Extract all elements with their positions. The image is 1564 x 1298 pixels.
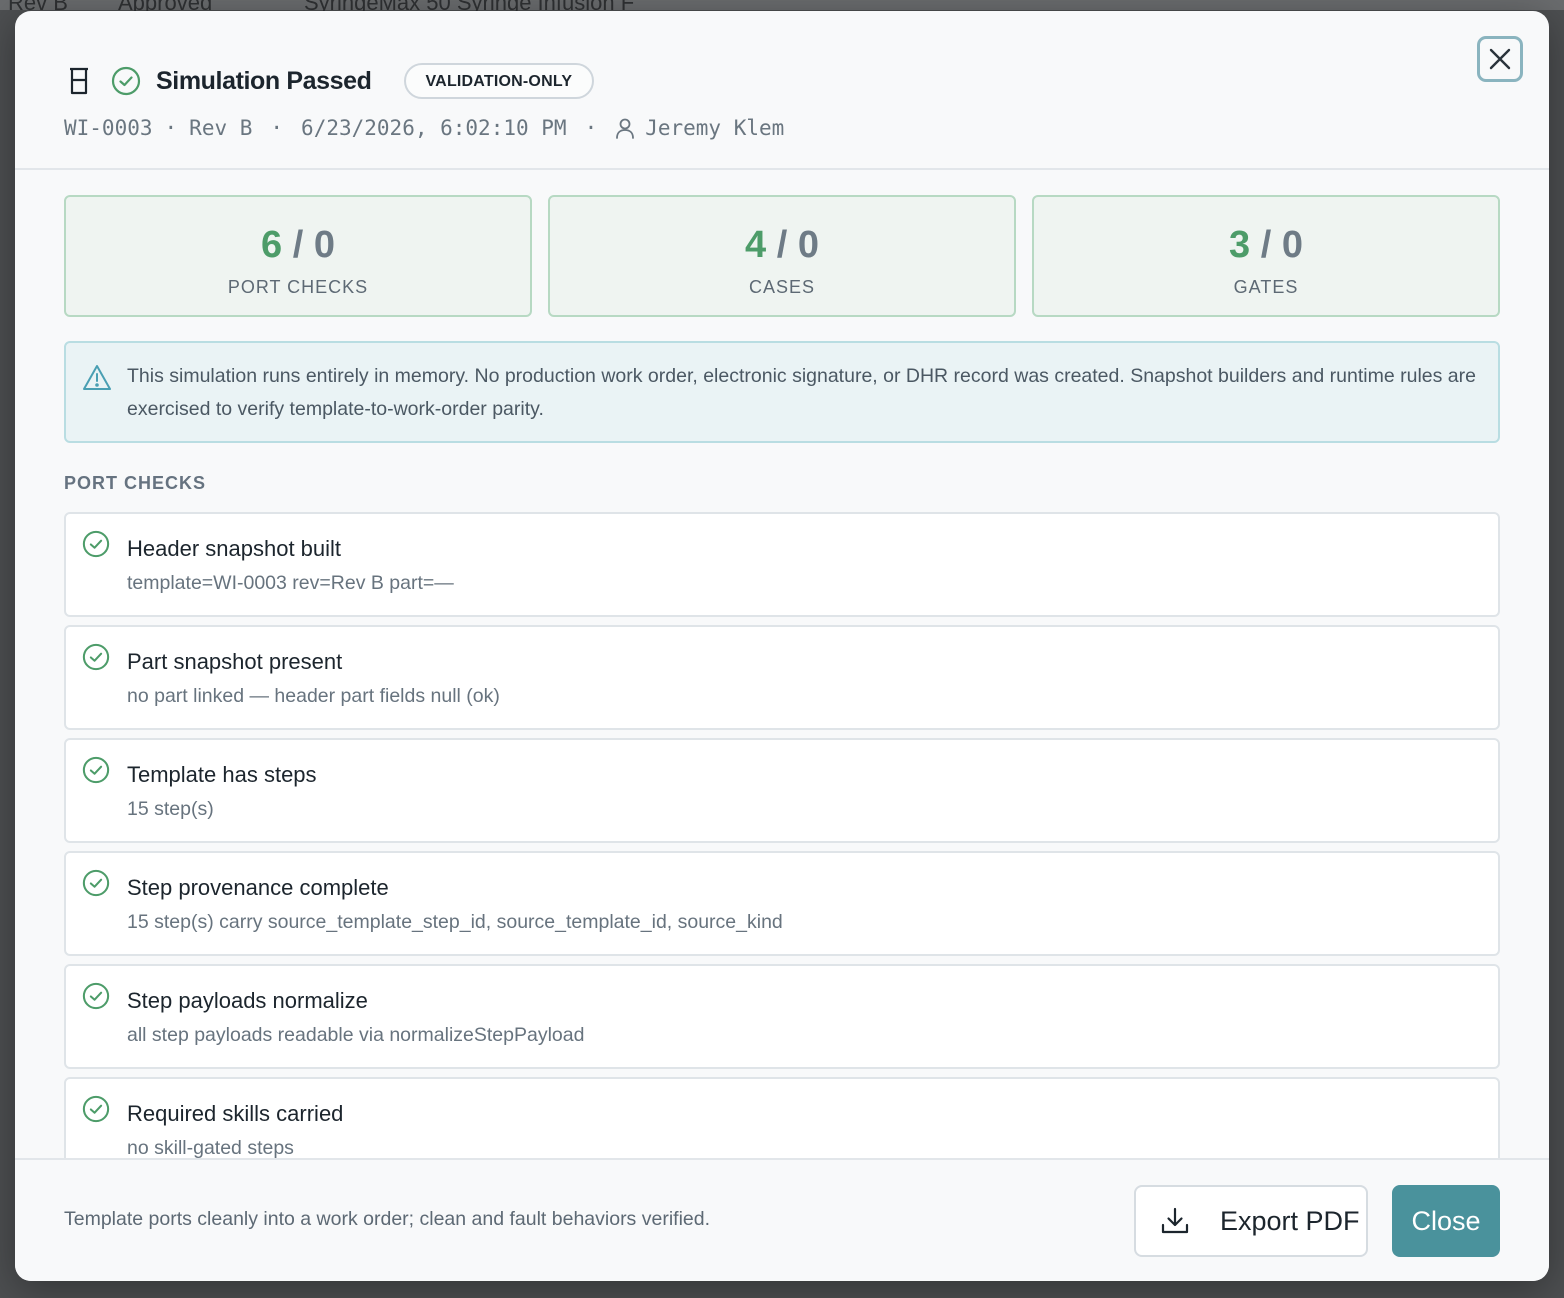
check-name: Step payloads normalize: [127, 988, 368, 1013]
dialog-header: Simulation Passed VALIDATION-ONLY WI-000…: [15, 11, 1549, 170]
background-tab-rev: Rev B: [8, 0, 68, 15]
run-datetime: 6/23/2026, 6:02:10 PM: [301, 116, 567, 140]
stat-pass-count: 3: [1229, 224, 1251, 266]
list-item: Template has steps 15 step(s): [64, 738, 1500, 843]
check-name: Template has steps: [127, 762, 317, 787]
check-circle-icon: [82, 643, 112, 673]
beaker-icon: [64, 66, 94, 96]
check-name: Part snapshot present: [127, 649, 343, 674]
meta-separator: ·: [270, 116, 284, 140]
close-icon: [1489, 48, 1511, 70]
check-circle-icon: [82, 756, 112, 786]
stat-cases: 4 / 0 CASES: [548, 195, 1016, 317]
stat-pass-count: 4: [745, 224, 767, 266]
simulation-result-dialog: Simulation Passed VALIDATION-ONLY WI-000…: [15, 11, 1549, 1281]
stat-pass-count: 6: [261, 224, 283, 266]
background-tab-title: SyringeMax 50 Syringe Infusion F: [304, 0, 635, 15]
check-name: Header snapshot built: [127, 536, 342, 561]
export-pdf-button[interactable]: Export PDF: [1134, 1185, 1368, 1257]
check-circle-icon: [82, 869, 112, 899]
in-memory-notice: This simulation runs entirely in memory.…: [64, 341, 1500, 443]
dialog-footer: Template ports cleanly into a work order…: [15, 1158, 1549, 1281]
stat-label: PORT CHECKS: [227, 277, 369, 297]
download-icon: [1160, 1205, 1192, 1237]
run-user: Jeremy Klem: [645, 116, 785, 140]
check-circle-icon: [82, 1095, 112, 1125]
list-item: Header snapshot built template=WI-0003 r…: [64, 512, 1500, 617]
revision: Rev B: [189, 116, 253, 140]
stat-label: GATES: [1233, 277, 1299, 297]
close-button[interactable]: Close: [1392, 1185, 1500, 1257]
dialog-title: Simulation Passed: [156, 66, 372, 95]
check-detail: template=WI-0003 rev=Rev B part=—: [127, 572, 454, 594]
stat-values: 6 / 0: [261, 224, 335, 266]
stat-port-checks: 6 / 0 PORT CHECKS: [64, 195, 532, 317]
summary-stats: 6 / 0 PORT CHECKS 4 / 0 CASES 3 / 0 GATE…: [64, 195, 1500, 317]
stat-label: CASES: [748, 277, 816, 297]
title-row: Simulation Passed VALIDATION-ONLY: [64, 63, 595, 99]
export-pdf-label: Export PDF: [1220, 1205, 1360, 1236]
check-circle-icon: [82, 982, 112, 1012]
background-tab-status: Approved: [118, 0, 213, 15]
stat-fail-count: 0: [1281, 224, 1303, 266]
stat-values: 3 / 0: [1229, 224, 1303, 266]
port-checks-heading: PORT CHECKS: [64, 473, 207, 493]
check-detail: 15 step(s) carry source_template_step_id…: [127, 911, 783, 933]
check-name: Step provenance complete: [127, 875, 389, 900]
list-item: Step provenance complete 15 step(s) carr…: [64, 851, 1500, 956]
warning-icon: [82, 363, 112, 393]
template-id: WI-0003: [64, 116, 153, 140]
stat-fail-count: 0: [313, 224, 335, 266]
footer-summary: Template ports cleanly into a work order…: [64, 1208, 711, 1230]
meta-row: WI-0003 · Rev B · 6/23/2026, 6:02:10 PM …: [64, 115, 784, 141]
stat-fail-count: 0: [797, 224, 819, 266]
stat-values: 4 / 0: [745, 224, 819, 266]
check-circle-icon: [110, 65, 142, 97]
check-detail: 15 step(s): [127, 798, 214, 820]
list-item: Step payloads normalize all step payload…: [64, 964, 1500, 1069]
notice-text: This simulation runs entirely in memory.…: [127, 365, 1476, 420]
close-icon-button[interactable]: [1477, 36, 1523, 82]
port-checks-list[interactable]: Header snapshot built template=WI-0003 r…: [64, 512, 1500, 1158]
check-detail: no skill-gated steps: [127, 1137, 294, 1158]
check-detail: no part linked — header part fields null…: [127, 685, 500, 707]
validation-badge: VALIDATION-ONLY: [403, 63, 595, 99]
check-circle-icon: [82, 530, 112, 560]
meta-separator: ·: [164, 116, 178, 140]
list-item: Required skills carried no skill-gated s…: [64, 1077, 1500, 1158]
check-detail: all step payloads readable via normalize…: [127, 1024, 585, 1046]
check-name: Required skills carried: [127, 1101, 344, 1126]
list-item: Part snapshot present no part linked — h…: [64, 625, 1500, 730]
meta-separator: ·: [584, 116, 598, 140]
background-top-bar: [0, 0, 1564, 10]
stat-gates: 3 / 0 GATES: [1032, 195, 1500, 317]
user-icon: [615, 116, 637, 140]
